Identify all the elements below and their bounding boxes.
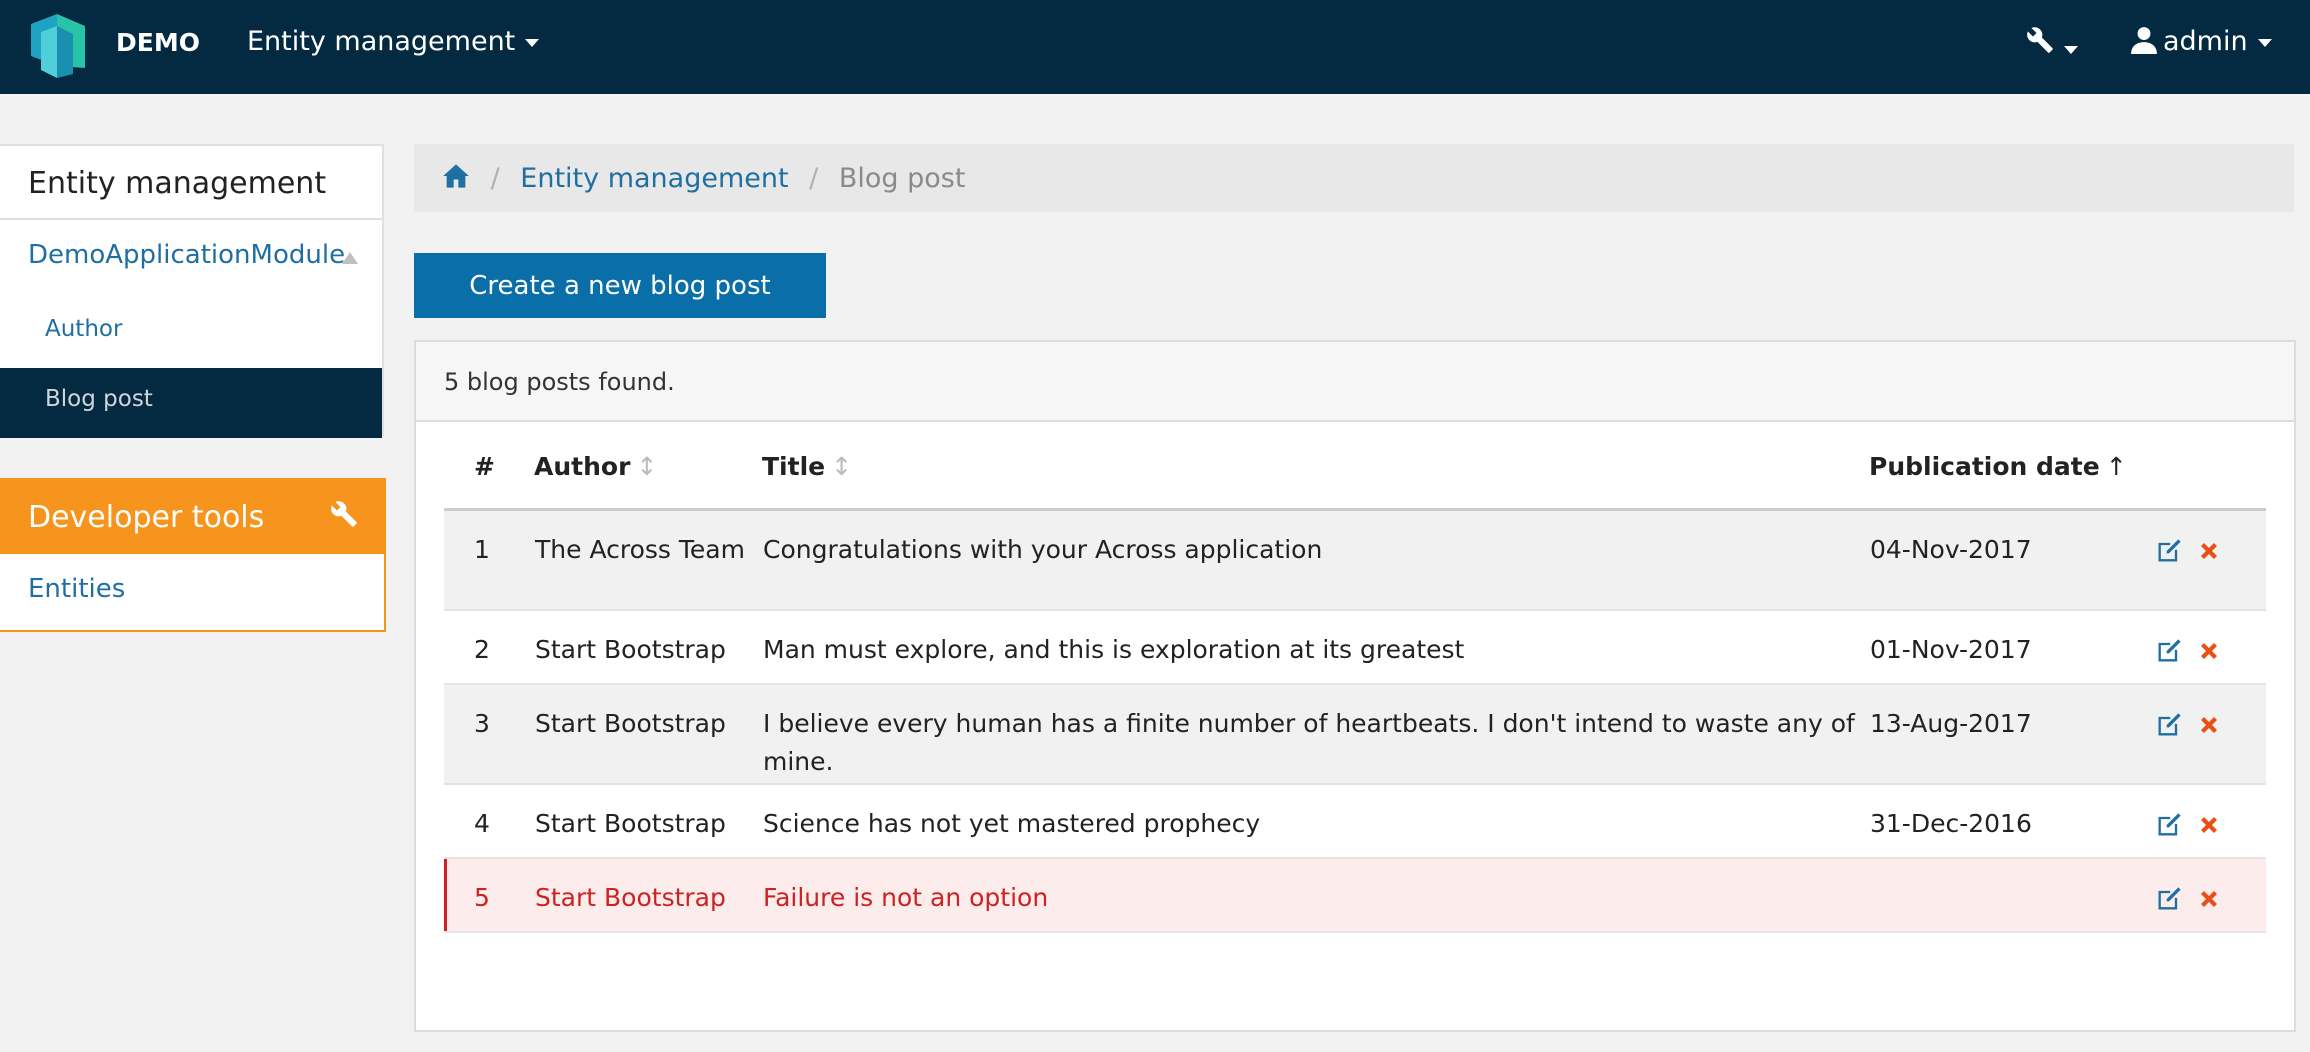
edit-icon[interactable] <box>2155 537 2183 565</box>
wrench-icon <box>2027 27 2053 53</box>
developer-tools-panel: Developer tools Entities <box>0 478 386 632</box>
row-date <box>1869 857 2154 933</box>
table-row: 5 Start Bootstrap Failure is not an opti… <box>444 857 2266 933</box>
row-title: Congratulations with your Across applica… <box>762 509 1869 611</box>
delete-icon[interactable] <box>2197 639 2221 663</box>
user-menu-label: admin <box>2163 26 2248 57</box>
breadcrumb-separator: / <box>809 163 819 194</box>
row-title: I believe every human has a finite numbe… <box>762 683 1869 785</box>
collapse-up-icon <box>342 252 358 264</box>
user-icon <box>2131 27 2157 54</box>
table-header-row: # Author ↕ Title ↕ Publication date ↑ <box>444 452 2266 511</box>
row-author: Start Bootstrap <box>534 857 762 933</box>
column-header-actions <box>2154 452 2266 511</box>
column-header-publication-date-label: Publication date <box>1869 452 2100 481</box>
create-blog-post-button[interactable]: Create a new blog post <box>414 253 826 318</box>
table-row: 2 Start Bootstrap Man must explore, and … <box>444 609 2266 685</box>
entity-management-menu-label: Entity management <box>247 26 516 57</box>
column-header-author[interactable]: Author ↕ <box>534 452 762 511</box>
breadcrumb-current: Blog post <box>838 163 966 194</box>
caret-down-icon <box>2064 45 2078 54</box>
entity-management-panel: Entity management DemoApplicationModule … <box>0 144 384 438</box>
row-title: Man must explore, and this is exploratio… <box>762 609 1869 685</box>
wrench-icon <box>331 501 357 527</box>
table-row: 1 The Across Team Congratulations with y… <box>444 509 2266 611</box>
developer-tools-heading: Developer tools <box>0 480 384 554</box>
brand-name[interactable]: DEMO <box>116 28 200 57</box>
delete-icon[interactable] <box>2197 813 2221 837</box>
entity-management-panel-title: Entity management <box>0 146 382 220</box>
sort-icon: ↕ <box>636 452 658 481</box>
column-header-title[interactable]: Title ↕ <box>762 452 1869 511</box>
row-number: 5 <box>444 857 534 933</box>
breadcrumb: / Entity management / Blog post <box>414 144 2294 212</box>
edit-icon[interactable] <box>2155 711 2183 739</box>
caret-down-icon <box>525 38 540 47</box>
app-logo[interactable] <box>27 12 89 80</box>
row-actions <box>2154 857 2266 933</box>
row-title: Science has not yet mastered prophecy <box>762 783 1869 859</box>
row-date: 01-Nov-2017 <box>1869 609 2154 685</box>
caret-down-icon <box>2257 38 2272 47</box>
sort-ascending-icon: ↑ <box>2105 452 2127 481</box>
sidebar-module-toggle[interactable]: DemoApplicationModule <box>0 220 382 298</box>
sidebar-item-author[interactable]: Author <box>0 298 382 368</box>
column-header-publication-date[interactable]: Publication date ↑ <box>1869 452 2154 511</box>
row-actions <box>2154 683 2266 785</box>
row-author: Start Bootstrap <box>534 609 762 685</box>
edit-icon[interactable] <box>2155 811 2183 839</box>
results-summary: 5 blog posts found. <box>416 342 2294 422</box>
results-panel: 5 blog posts found. # Author ↕ Title ↕ Pub… <box>414 340 2296 1032</box>
blog-posts-table: # Author ↕ Title ↕ Publication date ↑ 1 The… <box>444 452 2266 933</box>
row-date: 04-Nov-2017 <box>1869 509 2154 611</box>
sidebar-item-entities[interactable]: Entities <box>0 554 384 604</box>
sidebar-item-blog-post[interactable]: Blog post <box>0 368 382 438</box>
tools-menu[interactable] <box>2026 26 2078 58</box>
column-header-number: # <box>444 452 534 511</box>
edit-icon[interactable] <box>2155 885 2183 913</box>
row-title: Failure is not an option <box>762 857 1869 933</box>
row-number: 4 <box>444 783 534 859</box>
top-navbar: DEMO Entity management admin <box>0 0 2310 94</box>
row-number: 3 <box>444 683 534 785</box>
row-actions <box>2154 609 2266 685</box>
edit-icon[interactable] <box>2155 637 2183 665</box>
column-header-author-label: Author <box>534 452 631 481</box>
row-author: Start Bootstrap <box>534 783 762 859</box>
developer-tools-title: Developer tools <box>28 500 265 535</box>
breadcrumb-separator: / <box>490 163 500 194</box>
row-number: 2 <box>444 609 534 685</box>
row-number: 1 <box>444 509 534 611</box>
delete-icon[interactable] <box>2197 713 2221 737</box>
home-icon[interactable] <box>442 162 470 190</box>
entity-management-menu[interactable]: Entity management <box>247 26 540 57</box>
row-date: 31-Dec-2016 <box>1869 783 2154 859</box>
row-actions <box>2154 783 2266 859</box>
user-menu[interactable]: admin <box>2131 26 2272 57</box>
breadcrumb-entity-management[interactable]: Entity management <box>520 163 788 194</box>
row-actions <box>2154 509 2266 611</box>
table-row: 4 Start Bootstrap Science has not yet ma… <box>444 783 2266 859</box>
table-row: 3 Start Bootstrap I believe every human … <box>444 683 2266 785</box>
delete-icon[interactable] <box>2197 887 2221 911</box>
row-author: The Across Team <box>534 509 762 611</box>
row-date: 13-Aug-2017 <box>1869 683 2154 785</box>
delete-icon[interactable] <box>2197 539 2221 563</box>
sort-icon: ↕ <box>831 452 853 481</box>
column-header-title-label: Title <box>762 452 826 481</box>
row-author: Start Bootstrap <box>534 683 762 785</box>
sidebar-module-label: DemoApplicationModule <box>28 240 346 270</box>
